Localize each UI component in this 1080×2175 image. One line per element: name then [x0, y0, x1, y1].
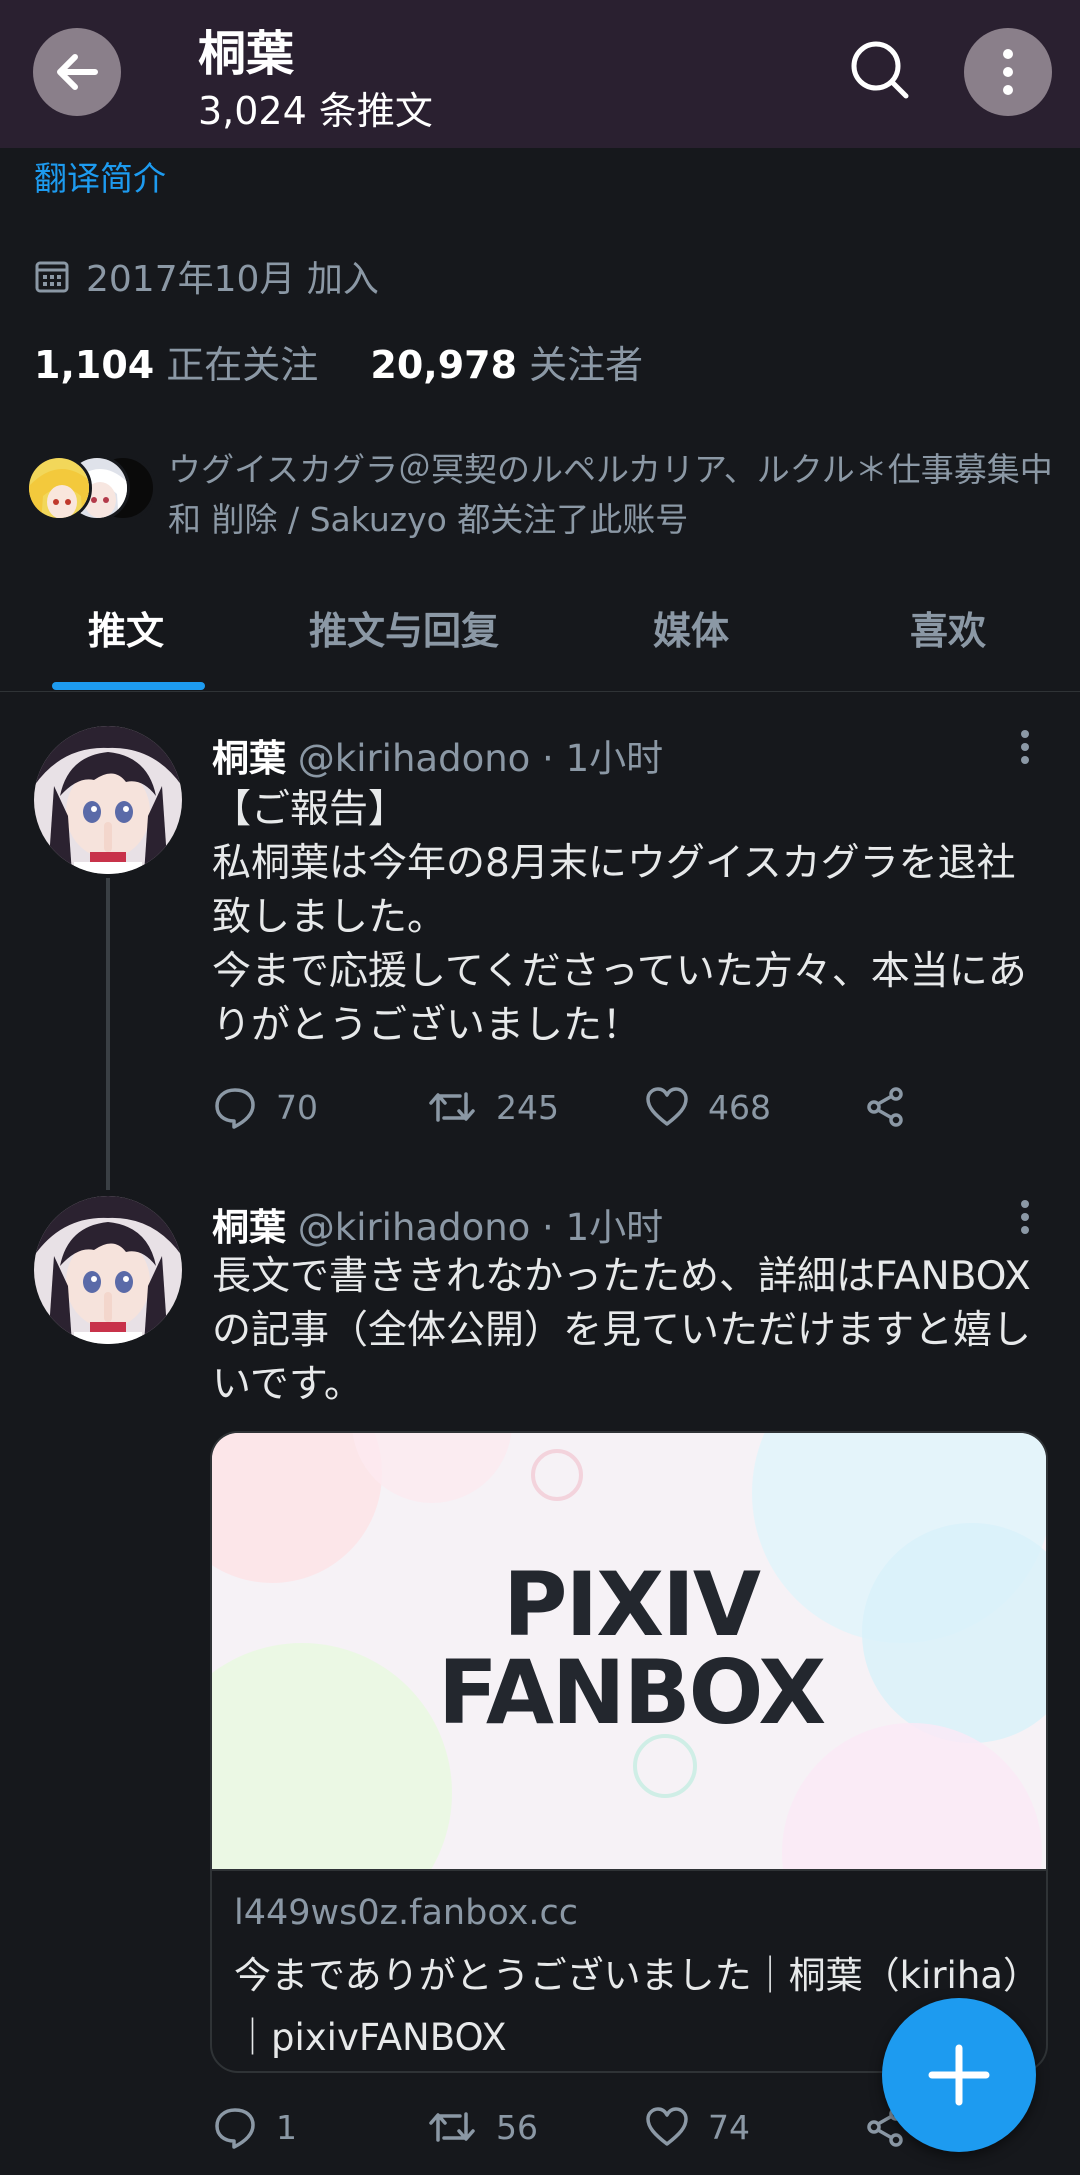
- top-bar: 桐葉 3,024 条推文: [0, 0, 1080, 148]
- tweet-more-button[interactable]: [1010, 722, 1040, 772]
- reply-count: 70: [276, 1087, 318, 1127]
- translate-bio-link[interactable]: 翻译简介: [34, 152, 166, 200]
- reply-icon: [215, 1088, 255, 1129]
- avatar[interactable]: [34, 726, 182, 874]
- following-count: 1,104: [34, 343, 155, 387]
- calendar-icon: [35, 261, 69, 293]
- tab-likes[interactable]: 喜欢: [910, 600, 986, 655]
- compose-tweet-button[interactable]: [882, 1998, 1036, 2152]
- share-icon: [867, 1087, 903, 1127]
- like-count: 74: [708, 2107, 750, 2147]
- post-count: 3,024 条推文: [198, 89, 433, 133]
- avatar[interactable]: [34, 1196, 182, 1344]
- retweet-count: 245: [496, 1087, 559, 1127]
- tweet-author-name[interactable]: 桐葉: [212, 1206, 286, 1249]
- tweet-more-button[interactable]: [1010, 1192, 1040, 1242]
- follow-stats: 1,104 正在关注 20,978 关注者: [34, 334, 683, 389]
- logo-line-2: FANBOX: [437, 1641, 826, 1744]
- tab-tweets-and-replies[interactable]: 推文与回复: [309, 600, 499, 655]
- followers-stat[interactable]: 20,978 关注者: [370, 343, 643, 387]
- active-tab-indicator: [52, 682, 205, 690]
- more-vertical-icon: [1021, 730, 1029, 764]
- tab-media[interactable]: 媒体: [653, 600, 729, 655]
- followers-label: 关注者: [529, 343, 644, 387]
- follower-avatar: [26, 455, 92, 521]
- share-button[interactable]: [862, 1077, 908, 1137]
- retweet-button[interactable]: 245: [426, 1077, 559, 1137]
- tweet-text: 長文で書ききれなかったため、詳細はFANBOXの記事（全体公開）を見ていただけま…: [212, 1254, 1032, 1407]
- following-label: 正在关注: [166, 343, 319, 387]
- reply-button[interactable]: 1: [212, 2097, 297, 2157]
- profile-tabs: 推文 推文与回复 媒体 喜欢: [0, 580, 1080, 692]
- reply-count: 1: [276, 2107, 297, 2147]
- tweet-text: 【ご報告】 私桐葉は今年の8月末にウグイスカグラを退社致しました。 今まで応援し…: [212, 787, 1027, 1048]
- logo-line-1: PIXIV: [503, 1553, 761, 1656]
- more-options-button[interactable]: [964, 28, 1052, 116]
- tab-tweets[interactable]: 推文: [88, 600, 164, 655]
- join-date: 2017年10月 加入: [34, 250, 379, 302]
- arrow-left-icon: [57, 54, 98, 90]
- plus-icon: [928, 2044, 990, 2106]
- tweet-actions: 1 56 74: [212, 2097, 972, 2157]
- tweet-author-name[interactable]: 桐葉: [212, 737, 286, 780]
- profile-name-title: 桐葉: [198, 26, 295, 82]
- link-card-image: PIXIV FANBOX: [212, 1433, 1046, 1871]
- heart-icon: [646, 2107, 688, 2146]
- tweet-actions: 70 245 468: [212, 1077, 972, 1137]
- followers-count: 20,978: [370, 343, 518, 387]
- retweet-button[interactable]: 56: [426, 2097, 538, 2157]
- link-card-domain: l449ws0z.fanbox.cc: [234, 1893, 578, 1933]
- reply-button[interactable]: 70: [212, 1077, 318, 1137]
- join-date-text: 2017年10月 加入: [86, 259, 379, 300]
- tweet-handle-time[interactable]: @kirihadono · 1小时: [298, 737, 663, 780]
- like-button[interactable]: 74: [644, 2097, 750, 2157]
- search-button[interactable]: [840, 30, 920, 110]
- reply-icon: [215, 2108, 255, 2149]
- tweet-header: 桐葉 @kirihadono · 1小时: [212, 1197, 663, 1251]
- link-card[interactable]: PIXIV FANBOX l449ws0z.fanbox.cc 今までありがとう…: [210, 1431, 1048, 2073]
- like-count: 468: [708, 1087, 771, 1127]
- heart-icon: [646, 1087, 688, 1126]
- tweet-header: 桐葉 @kirihadono · 1小时: [212, 728, 663, 782]
- back-button[interactable]: [33, 28, 121, 116]
- followed-by-row[interactable]: ウグイスカグラ＠冥契のルペルカリア、ルクル＊仕事募集中 和 削除 / Sakuz…: [26, 445, 1056, 545]
- following-stat[interactable]: 1,104 正在关注: [34, 343, 330, 387]
- thread-connector: [106, 878, 110, 1190]
- more-vertical-icon: [1003, 49, 1013, 95]
- tweet-handle-time[interactable]: @kirihadono · 1小时: [298, 1206, 663, 1249]
- followed-by-text: ウグイスカグラ＠冥契のルペルカリア、ルクル＊仕事募集中 和 削除 / Sakuz…: [168, 450, 1053, 539]
- retweet-count: 56: [496, 2107, 538, 2147]
- retweet-icon: [429, 1092, 475, 1122]
- like-button[interactable]: 468: [644, 1077, 771, 1137]
- fanbox-logo: PIXIV FANBOX: [212, 1553, 1046, 1744]
- search-icon: [851, 41, 909, 99]
- more-vertical-icon: [1021, 1200, 1029, 1234]
- retweet-icon: [429, 2112, 475, 2142]
